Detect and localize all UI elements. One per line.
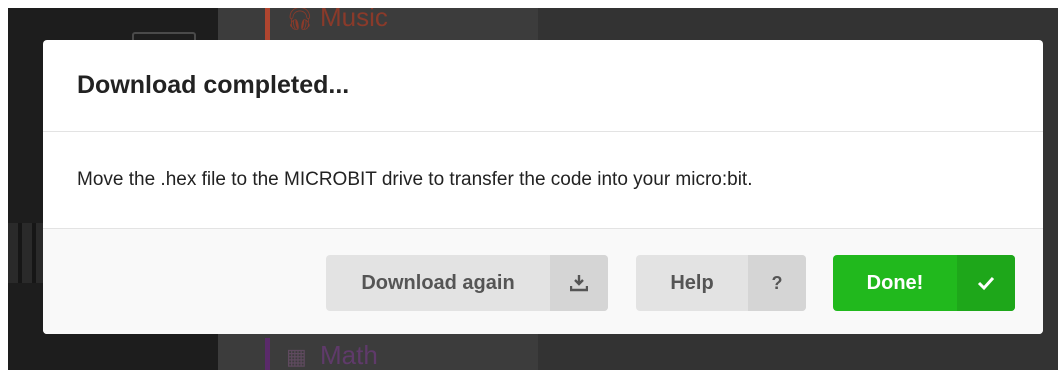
download-completed-dialog: Download completed... Move the .hex file… — [43, 40, 1043, 334]
music-category-stripe — [265, 8, 270, 40]
dialog-title: Download completed... — [77, 71, 350, 99]
headphones-icon: 🎧︎ — [286, 8, 314, 31]
download-icon — [550, 255, 608, 311]
download-again-label: Download again — [361, 271, 515, 294]
dialog-header: Download completed... — [43, 40, 1043, 132]
checkmark-icon — [957, 255, 1015, 311]
dialog-message: Move the .hex file to the MICROBIT drive… — [77, 169, 753, 190]
toolbox-category-music[interactable]: Music — [320, 8, 388, 33]
math-category-stripe — [265, 338, 270, 370]
dialog-body: Move the .hex file to the MICROBIT drive… — [43, 132, 1043, 228]
download-again-button[interactable]: Download again — [326, 255, 608, 311]
toolbox-category-math[interactable]: Math — [320, 340, 378, 370]
help-label: Help — [670, 271, 714, 294]
done-label: Done! — [866, 271, 924, 294]
question-icon: ? — [748, 255, 806, 311]
dialog-footer: Download again Help ? Done! — [43, 228, 1043, 334]
done-button[interactable]: Done! — [833, 255, 1015, 311]
calculator-icon: ▦ — [286, 344, 307, 369]
help-button[interactable]: Help ? — [636, 255, 806, 311]
